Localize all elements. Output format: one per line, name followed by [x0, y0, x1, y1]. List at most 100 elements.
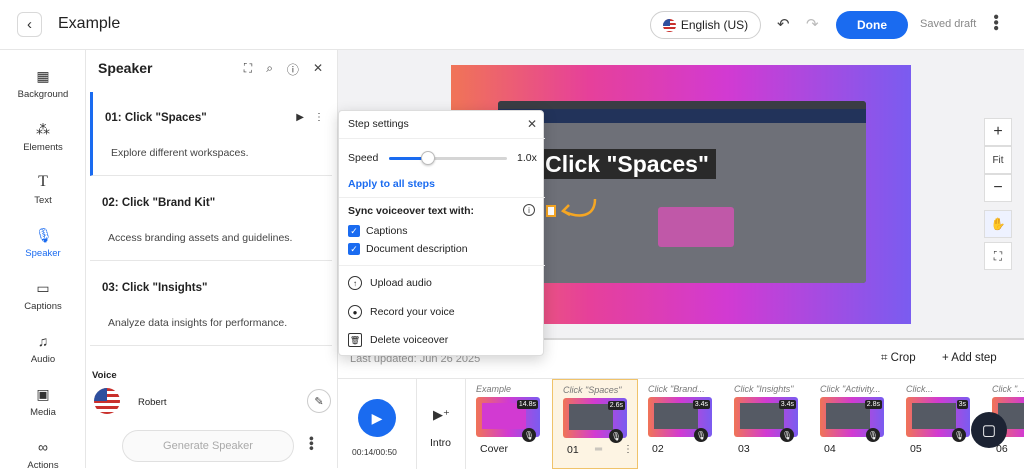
more-menu-icon[interactable]: •••	[987, 14, 1004, 31]
thumb-label: Click "Activity...	[820, 384, 881, 394]
redo-icon[interactable]: ↷	[806, 15, 819, 33]
speed-slider-handle[interactable]	[420, 151, 435, 165]
thumb-preview: 3s 🎙	[906, 397, 970, 442]
intro-button[interactable]: ▶⁺ Intro	[416, 379, 466, 469]
apply-all-link[interactable]: Apply to all steps	[348, 178, 435, 190]
step-title: 02: Click "Brand Kit"	[102, 197, 216, 209]
generate-more-icon[interactable]: •••	[304, 436, 320, 451]
speed-slider[interactable]	[389, 151, 507, 165]
add-step-button[interactable]: + Add step	[942, 352, 997, 364]
rail-item-speaker[interactable]: 🎙 Speaker	[0, 227, 86, 259]
info-icon[interactable]: i	[523, 204, 535, 216]
timeline-thumb[interactable]: Click "Activity... 2.8s 🎙 04	[810, 379, 896, 469]
undo-icon[interactable]: ↶	[777, 15, 790, 33]
crop-icon: ⌗	[881, 352, 891, 364]
delete-voiceover-item[interactable]: 🗑 Delete voiceover	[348, 333, 448, 347]
checkbox-checked-icon[interactable]: ✓	[348, 225, 360, 237]
crop-button[interactable]: ⌗ Crop	[881, 352, 916, 365]
rail-label: Captions	[24, 301, 62, 312]
voiceover-icon[interactable]: 🎙	[952, 428, 966, 442]
document-description-option[interactable]: ✓ Document description	[348, 243, 468, 255]
elements-icon: ⁂	[36, 121, 50, 137]
timeline-thumb[interactable]: Example 14.8s 🎙 Cover	[466, 379, 552, 469]
rail-item-elements[interactable]: ⁂ Elements	[0, 121, 86, 153]
language-button[interactable]: English (US)	[650, 11, 761, 39]
captions-option[interactable]: ✓ Captions	[348, 225, 407, 237]
step-text[interactable]: Access branding assets and guidelines.	[108, 232, 292, 244]
step-card[interactable]: 03: Click "Insights" Analyze data insigh…	[90, 262, 332, 346]
drag-handle-icon[interactable]: ═	[595, 444, 602, 455]
panel-title: Speaker	[98, 60, 153, 76]
chat-support-button[interactable]: ▢	[971, 412, 1007, 448]
thumb-label: Click...	[906, 384, 933, 394]
generate-speaker-button[interactable]: Generate Speaker	[122, 430, 294, 462]
step-text[interactable]: Explore different workspaces.	[111, 147, 249, 159]
browser-bar	[498, 101, 866, 109]
expand-icon[interactable]: ⛶	[244, 61, 252, 78]
step-more-icon[interactable]: ⋮	[314, 112, 324, 123]
page-title[interactable]: Example	[58, 15, 120, 33]
voiceover-icon[interactable]: 🎙	[866, 428, 880, 442]
voiceover-icon[interactable]: 🎙	[609, 429, 623, 443]
rail-item-audio[interactable]: ♫ Audio	[0, 333, 86, 365]
voiceover-icon[interactable]: 🎙	[694, 428, 708, 442]
rail-item-text[interactable]: T Text	[0, 174, 86, 207]
checkbox-checked-icon[interactable]: ✓	[348, 243, 360, 255]
thumb-name: 04	[824, 443, 836, 455]
play-button[interactable]: ▶	[358, 399, 396, 437]
menu-label: Delete voiceover	[370, 334, 449, 346]
zoom-fit-button[interactable]: Fit	[984, 146, 1012, 174]
rail-item-captions[interactable]: ▭ Captions	[0, 280, 86, 312]
timeline: ▶ 00:14/00:50 ▶⁺ Intro Example 14.8s 🎙 Co…	[338, 378, 1024, 469]
sync-label: Sync voiceover text with:	[348, 205, 475, 217]
edit-voice-button[interactable]: ✎	[307, 389, 331, 413]
thumb-preview: 2.8s 🎙	[820, 397, 884, 442]
rail-label: Media	[30, 407, 56, 418]
save-status: Saved draft	[920, 18, 977, 30]
voiceover-icon[interactable]: 🎙	[780, 428, 794, 442]
step-card[interactable]: 01: Click "Spaces" ▶ ⋮ Explore different …	[90, 92, 332, 176]
thumb-duration: 3.4s	[692, 400, 710, 409]
timeline-thumb[interactable]: Click "Insights" 3.4s 🎙 03	[724, 379, 810, 469]
thumb-preview: 3.4s 🎙	[734, 397, 798, 442]
caption-overlay[interactable]: Click "Spaces"	[538, 149, 716, 179]
thumb-more-icon[interactable]: ⋮	[623, 444, 633, 455]
image-icon: ▣	[36, 386, 50, 402]
us-flag-icon	[662, 18, 676, 32]
search-icon[interactable]: ⌕	[266, 61, 273, 78]
step-text[interactable]: Analyze data insights for performance.	[108, 317, 287, 329]
step-card[interactable]: 02: Click "Brand Kit" Access branding as…	[90, 177, 332, 261]
step-title: 03: Click "Insights"	[102, 282, 208, 294]
zoom-out-button[interactable]: −	[984, 174, 1012, 202]
close-icon[interactable]: ✕	[313, 61, 323, 78]
zoom-in-button[interactable]: +	[984, 118, 1012, 146]
app-card	[658, 207, 734, 247]
close-icon[interactable]: ✕	[527, 117, 537, 131]
rail-item-actions[interactable]: ∞ Actions	[0, 439, 86, 471]
voiceover-icon[interactable]: 🎙	[522, 428, 536, 442]
hotspot-marker[interactable]	[546, 205, 556, 217]
microphone-icon: 🎙	[35, 227, 53, 243]
chat-icon: ▢	[981, 422, 997, 439]
chevron-left-icon: ‹	[27, 16, 32, 33]
thumb-label: Click "Brand...	[648, 384, 705, 394]
voice-label: Voice	[92, 370, 117, 381]
play-icon[interactable]: ▶	[296, 112, 304, 123]
voice-name: Robert	[138, 397, 167, 408]
thumb-label: Click "...	[992, 384, 1024, 394]
record-voice-item[interactable]: ● Record your voice	[348, 305, 455, 319]
timeline-thumb[interactable]: Click "Brand... 3.4s 🎙 02	[638, 379, 724, 469]
hand-tool-icon[interactable]: ✋	[984, 210, 1012, 238]
done-button[interactable]: Done	[836, 11, 908, 39]
rail-item-media[interactable]: ▣ Media	[0, 386, 86, 418]
fullscreen-icon[interactable]: ⛶	[984, 242, 1012, 270]
language-label: English (US)	[680, 18, 749, 32]
menu-label: Record your voice	[370, 306, 455, 318]
panel-tools: ⛶ ⌕ ⓘ ✕	[244, 61, 323, 78]
upload-audio-item[interactable]: ↑ Upload audio	[348, 276, 432, 290]
back-button[interactable]: ‹	[17, 12, 42, 37]
rail-item-background[interactable]: ▦ Background	[0, 68, 86, 100]
timeline-thumb[interactable]: Click... 3s 🎙 05	[896, 379, 982, 469]
info-icon[interactable]: ⓘ	[287, 61, 299, 78]
timeline-thumb-selected[interactable]: Click "Spaces" 2.6s 🎙 01 ═ ⋮	[552, 379, 638, 469]
